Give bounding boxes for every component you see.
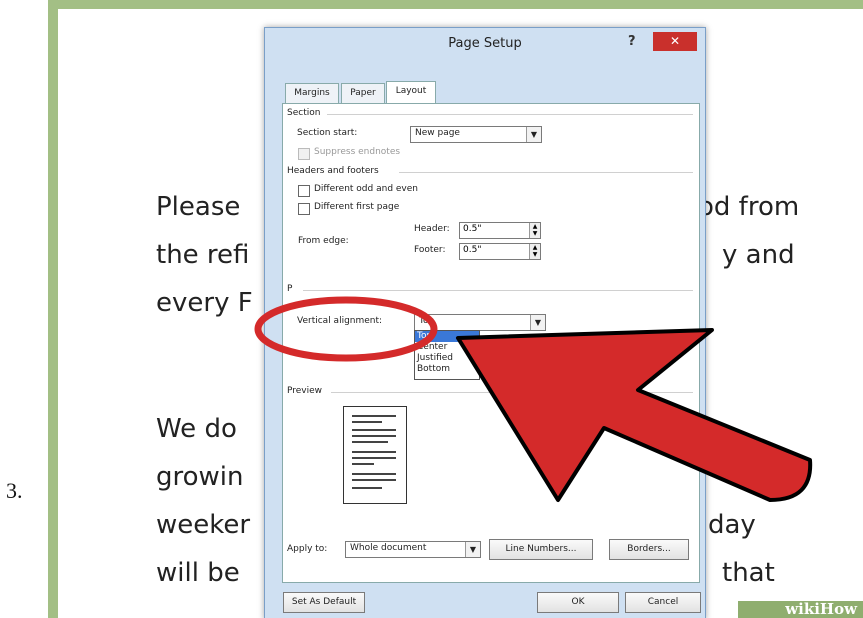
circle-annotation bbox=[254, 296, 438, 362]
image-frame: Please od from the refi y and every F We… bbox=[48, 0, 863, 618]
step-number: 3. bbox=[6, 478, 23, 503]
arrow-annotation bbox=[456, 328, 813, 502]
annotation-overlay bbox=[254, 296, 813, 502]
